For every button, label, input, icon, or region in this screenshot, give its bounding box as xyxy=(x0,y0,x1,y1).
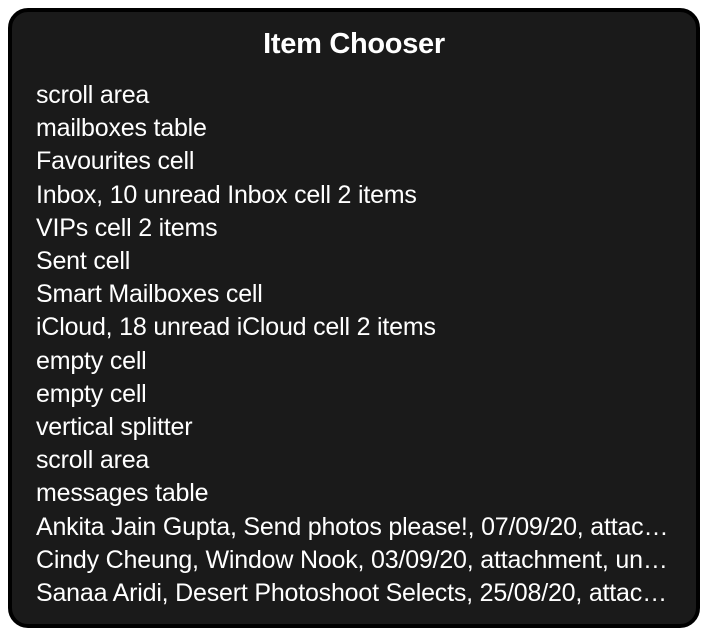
list-item[interactable]: Sanaa Aridi, Desert Photoshoot Selects, … xyxy=(36,577,672,610)
list-item[interactable]: vertical splitter xyxy=(36,411,672,444)
list-item[interactable]: Cindy Cheung, Window Nook, 03/09/20, att… xyxy=(36,544,672,577)
panel-title: Item Chooser xyxy=(36,28,672,61)
item-list: scroll area mailboxes table Favourites c… xyxy=(36,79,672,610)
list-item[interactable]: messages table xyxy=(36,477,672,510)
list-item[interactable]: Smart Mailboxes cell xyxy=(36,278,672,311)
list-item[interactable]: iCloud, 18 unread iCloud cell 2 items xyxy=(36,311,672,344)
list-item[interactable]: VIPs cell 2 items xyxy=(36,212,672,245)
list-item[interactable]: Inbox, 10 unread Inbox cell 2 items xyxy=(36,179,672,212)
list-item[interactable]: Ankita Jain Gupta, Send photos please!, … xyxy=(36,511,672,544)
list-item[interactable]: mailboxes table xyxy=(36,112,672,145)
list-item[interactable]: Favourites cell xyxy=(36,145,672,178)
list-item[interactable]: scroll area xyxy=(36,444,672,477)
list-item[interactable]: scroll area xyxy=(36,79,672,112)
item-chooser-panel: Item Chooser scroll area mailboxes table… xyxy=(8,8,700,628)
list-item[interactable]: empty cell xyxy=(36,378,672,411)
list-item[interactable]: empty cell xyxy=(36,345,672,378)
list-item[interactable]: Sent cell xyxy=(36,245,672,278)
